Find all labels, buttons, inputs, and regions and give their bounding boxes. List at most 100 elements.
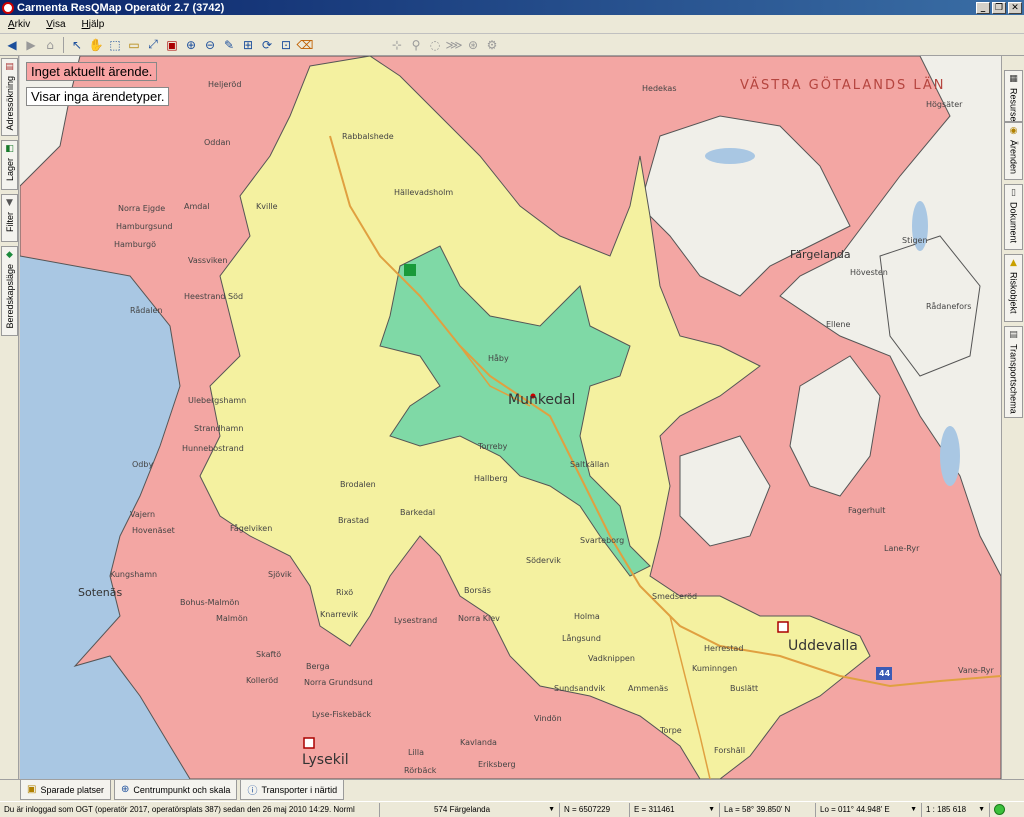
right-tab-strip: ▦ Resurser ◉ Ärenden ▯ Dokument ▲ Riskob… [1001, 56, 1024, 781]
tab-sparade-platser[interactable]: ▣ Sparade platser [20, 780, 111, 800]
town-sotenas: Sotenäs [78, 586, 123, 599]
place-holma: Holma [574, 612, 600, 621]
eraser-icon[interactable]: ⌫ [296, 36, 314, 54]
fit-view-icon[interactable]: ⊞ [239, 36, 257, 54]
status-lat: La = 58° 39.850' N [720, 802, 816, 817]
forward-arrow-icon[interactable]: ▶ [22, 36, 40, 54]
case-status-box: Inget aktuellt ärende. [26, 62, 158, 81]
place-forshal: Forshäll [714, 746, 746, 755]
menu-visa[interactable]: Visa [46, 19, 65, 30]
tab-centrumpunkt[interactable]: ⊕ Centrumpunkt och skala [114, 780, 238, 800]
tab-riskobjekt[interactable]: ▲ Riskobjekt [1004, 254, 1023, 322]
zoom-rect-icon[interactable]: ⬚ [106, 36, 124, 54]
locate-icon[interactable]: ⚲ [407, 36, 425, 54]
place-ellene: Ellene [826, 320, 851, 329]
place-lane-ryr: Lane-Ryr [884, 544, 920, 553]
status-east[interactable]: E = 311461 ▼ [630, 802, 720, 817]
app-icon [2, 1, 14, 14]
status-lon[interactable]: Lo = 011° 44.948' E ▼ [816, 802, 922, 817]
back-arrow-icon[interactable]: ◀ [3, 36, 21, 54]
place-norra-grundsund: Norra Grundsund [304, 678, 373, 687]
place-fagelviken: Fågelviken [230, 524, 273, 533]
home-icon[interactable]: ⌂ [41, 36, 59, 54]
menu-arkiv[interactable]: Arkiv [8, 19, 30, 30]
place-eriksberg: Eriksberg [478, 760, 516, 769]
place-langsund: Långsund [562, 634, 601, 643]
preparedness-icon: ◆ [6, 250, 13, 260]
place-svarteborg: Svarteborg [580, 536, 625, 545]
place-heestrand: Heestrand Söd [184, 292, 244, 301]
zoom-out-icon[interactable]: ⊖ [201, 36, 219, 54]
town-lysekil: Lysekil [302, 752, 349, 768]
place-radalen: Rådalen [130, 306, 163, 315]
status-scale[interactable]: 1 : 185 618 ▼ [922, 802, 990, 817]
map-view[interactable]: Inget aktuellt ärende. Visar inga ärende… [20, 56, 1001, 779]
coordinate-icon[interactable]: ⤢ [144, 36, 162, 54]
menu-bar: Arkiv Visa Hjälp [0, 15, 1024, 34]
tab-adressokning[interactable]: ▤ Adressökning [1, 58, 18, 136]
dropdown-arrow-icon: ▼ [910, 806, 917, 813]
center-target-icon[interactable]: ⊹ [388, 36, 406, 54]
place-rorback: Rörbäck [404, 766, 437, 775]
place-lysestrand: Lysestrand [394, 616, 438, 625]
place-hamburgsund: Hamburgsund [116, 222, 173, 231]
settings-icon[interactable]: ⚙ [483, 36, 501, 54]
status-area-select[interactable]: 574 Färgelanda ▼ [380, 802, 560, 817]
draw-icon[interactable]: ✎ [220, 36, 238, 54]
town-uddevalla: Uddevalla [788, 638, 858, 654]
zoom-in-icon[interactable]: ⊕ [182, 36, 200, 54]
zoom-extent-icon[interactable]: ⊡ [277, 36, 295, 54]
place-bohus-malmon: Bohus-Malmön [180, 598, 240, 607]
place-berga: Berga [306, 662, 330, 671]
tab-dokument[interactable]: ▯ Dokument [1004, 184, 1023, 250]
warning-icon: ▲ [1010, 258, 1017, 268]
place-kollerod: Kolleröd [246, 676, 279, 685]
tab-arenden[interactable]: ◉ Ärenden [1004, 122, 1023, 180]
go-to-icon[interactable]: ▣ [163, 36, 181, 54]
place-hallberg: Hallberg [474, 474, 508, 483]
toolbar: ◀ ▶ ⌂ ↖ ✋ ⬚ ▭ ⤢ ▣ ⊕ ⊖ ✎ ⊞ ⟳ ⊡ ⌫ ⊹ ⚲ ◌ ⋙ … [0, 34, 1024, 56]
measure-icon[interactable]: ▭ [125, 36, 143, 54]
tab-transportschema[interactable]: ▤ Transportschema [1004, 326, 1023, 418]
saved-places-icon: ▣ [27, 784, 37, 795]
place-odby: Odby [132, 460, 154, 469]
place-hovesten: Hövesten [850, 268, 888, 277]
tab-filter[interactable]: ▼ Filter [1, 194, 18, 242]
track-icon[interactable]: ◌ [426, 36, 444, 54]
place-ammenas: Ammenäs [628, 684, 669, 693]
pointer-icon[interactable]: ↖ [68, 36, 86, 54]
place-smedserod: Smedseröd [652, 592, 698, 601]
center-point-icon: ⊕ [121, 784, 130, 795]
restore-button[interactable]: ❐ [992, 1, 1006, 14]
status-north: N = 6507229 [560, 802, 630, 817]
place-vane-ryr: Vane-Ryr [958, 666, 994, 675]
tab-beredskapslage[interactable]: ◆ Beredskapsläge [1, 246, 18, 336]
refresh-view-icon[interactable]: ⟳ [258, 36, 276, 54]
dropdown-arrow-icon: ▼ [548, 806, 555, 813]
place-brastad: Brastad [338, 516, 369, 525]
place-barkedal: Barkedal [400, 508, 436, 517]
left-tab-strip: ▤ Adressökning ◧ Lager ▼ Filter ◆ Bereds… [0, 56, 19, 781]
pan-hand-icon[interactable]: ✋ [87, 36, 105, 54]
place-borsas: Borsäs [464, 586, 491, 595]
dropdown-arrow-icon: ▼ [708, 806, 715, 813]
place-norra-ejgde: Norra Ejgde [118, 204, 166, 213]
resource-icon[interactable]: ⊛ [464, 36, 482, 54]
menu-hjalp[interactable]: Hjälp [82, 19, 105, 30]
minimize-button[interactable]: _ [976, 1, 990, 14]
address-book-icon: ▤ [5, 62, 14, 72]
close-button[interactable]: ✕ [1008, 1, 1022, 14]
place-herrestad: Herrestad [704, 644, 744, 653]
truck-icon: ▦ [1009, 74, 1018, 84]
info-icon: ⓘ [247, 786, 258, 797]
dropdown-arrow-icon: ▼ [978, 806, 985, 813]
tab-lager[interactable]: ◧ Lager [1, 140, 18, 190]
follow-icon[interactable]: ⋙ [445, 36, 463, 54]
tab-transporter[interactable]: ⓘ Transporter i närtid [240, 780, 345, 800]
tab-resurser[interactable]: ▦ Resurser [1004, 70, 1023, 125]
place-kuminngen: Kuminngen [692, 664, 738, 673]
place-sodervik: Södervik [526, 556, 561, 565]
place-sjovik: Sjövik [268, 570, 292, 579]
status-login: Du är inloggad som OGT (operatör 2017, o… [0, 802, 380, 817]
layers-icon: ◧ [5, 144, 14, 154]
